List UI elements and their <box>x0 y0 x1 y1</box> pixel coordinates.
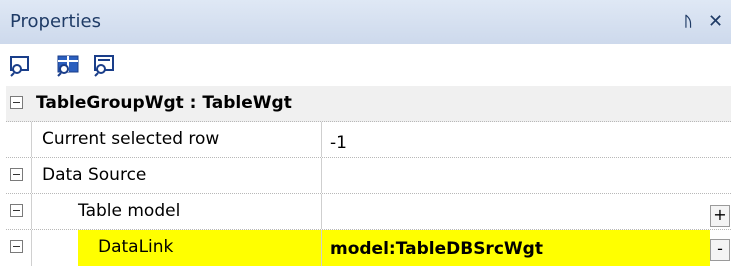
property-row-datalink[interactable]: DataLink model:TableDBSrcWgt - <box>6 230 731 266</box>
property-name: Current selected row <box>42 129 220 149</box>
collapse-icon[interactable] <box>10 96 23 109</box>
pin-icon[interactable]: ᚢ <box>684 8 692 36</box>
column-separator <box>321 122 322 157</box>
row-margin <box>6 194 32 229</box>
grid-category-header[interactable]: TableGroupWgt : TableWgt <box>6 86 731 122</box>
property-name: Data Source <box>42 165 147 185</box>
column-separator <box>321 230 322 266</box>
property-value[interactable]: -1 <box>330 133 347 153</box>
properties-toolbar <box>0 44 731 86</box>
property-row-data-source[interactable]: Data Source <box>6 158 731 194</box>
property-pages-icon[interactable] <box>92 53 116 77</box>
property-value[interactable]: model:TableDBSrcWgt <box>330 239 543 259</box>
close-icon[interactable]: ✕ <box>708 8 723 36</box>
column-separator <box>321 158 322 193</box>
properties-titlebar: Properties ᚢ ✕ <box>0 0 731 44</box>
add-button[interactable]: + <box>710 205 730 227</box>
row-margin <box>6 158 32 193</box>
categorized-view-icon[interactable] <box>8 53 32 77</box>
alphabetical-view-icon[interactable] <box>56 53 80 77</box>
property-row-table-model[interactable]: Table model + <box>6 194 731 230</box>
property-row-current-selected-row[interactable]: Current selected row -1 <box>6 122 731 158</box>
property-name: DataLink <box>98 237 174 257</box>
row-margin <box>6 230 32 266</box>
object-name-label: TableGroupWgt : TableWgt <box>36 93 292 113</box>
remove-button[interactable]: - <box>710 239 730 261</box>
property-grid: TableGroupWgt : TableWgt Current selecte… <box>6 86 731 268</box>
column-separator <box>321 194 322 229</box>
property-name: Table model <box>78 201 181 221</box>
row-margin <box>6 122 32 157</box>
panel-title: Properties <box>10 11 101 32</box>
